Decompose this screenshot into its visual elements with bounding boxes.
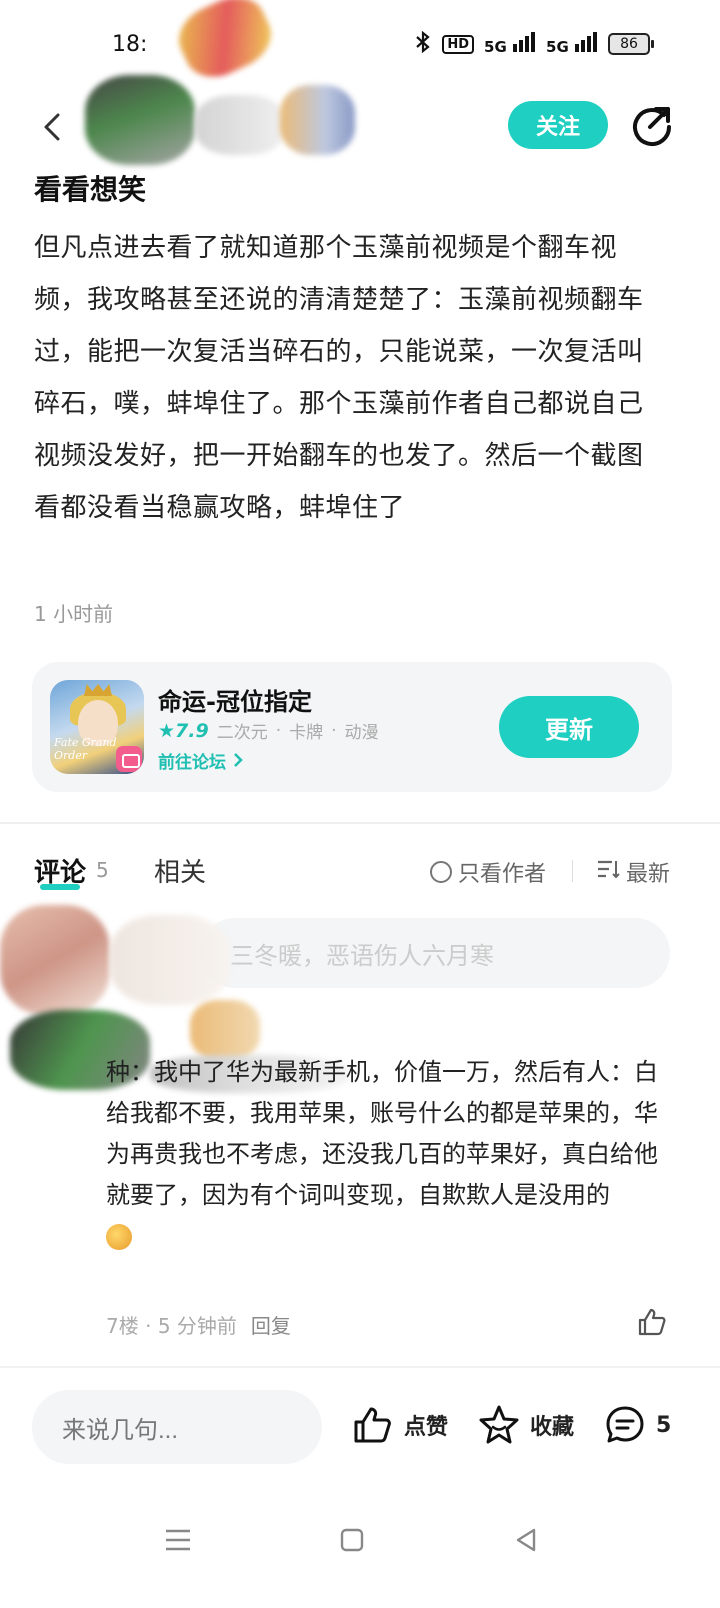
battery-icon: 86	[608, 33, 654, 55]
back-triangle-icon[interactable]	[496, 1510, 556, 1570]
thumbs-up-icon[interactable]	[636, 1306, 668, 1338]
follow-button[interactable]: 关注	[508, 101, 608, 149]
collect-button[interactable]: 收藏	[478, 1404, 574, 1446]
star-icon: ★	[158, 719, 176, 742]
tag-separator: ·	[275, 720, 282, 741]
tab-related[interactable]: 相关	[154, 852, 206, 889]
game-icon[interactable]: Fate Grand Order	[50, 680, 144, 774]
post-timestamp: 1 小时前	[34, 602, 114, 626]
status-time: 18:	[112, 32, 148, 57]
forum-link-label: 前往论坛	[158, 753, 226, 773]
bluetooth-icon	[414, 30, 432, 58]
back-arrow-icon[interactable]	[38, 107, 68, 147]
comment-floor-time: 7楼 · 5 分钟前	[106, 1314, 237, 1338]
post-body: 但凡点进去看了就知道那个玉藻前视频是个翻车视频，我攻略甚至还说的清清楚楚了：玉藻…	[34, 233, 644, 523]
signal-5g-icon: 5G	[484, 32, 536, 56]
home-icon[interactable]	[322, 1510, 382, 1570]
star-icon	[479, 1405, 519, 1444]
like-button[interactable]: 点赞	[352, 1404, 448, 1446]
game-tag: 二次元	[216, 723, 268, 743]
tab-active-indicator	[40, 884, 80, 890]
like-label: 点赞	[404, 1415, 449, 1440]
thumbs-up-icon	[354, 1407, 391, 1443]
share-icon[interactable]	[630, 103, 674, 147]
menu-icon[interactable]	[148, 1510, 208, 1570]
post-header: 关注	[0, 95, 720, 165]
chevron-right-icon	[232, 753, 244, 773]
game-rating: ★7.9	[158, 720, 209, 742]
only-author-toggle[interactable]: 只看作者	[430, 856, 546, 888]
rating-value: 7.9	[175, 719, 209, 742]
system-nav-bar	[0, 1488, 720, 1608]
comment-time: 5 分钟前	[157, 1314, 237, 1338]
sort-latest-button[interactable]: 最新	[596, 856, 670, 888]
say-something-input[interactable]: 来说几句...	[32, 1390, 322, 1464]
tag-separator: ·	[331, 720, 337, 741]
radio-circle-icon	[430, 861, 452, 883]
status-icons: HD 5G 5G 86	[414, 30, 654, 58]
forum-link[interactable]: 前往论坛	[158, 748, 244, 773]
comment-meta: 7楼 · 5 分钟前 回复	[106, 1310, 291, 1339]
game-tag: 动漫	[344, 723, 379, 743]
comment-count-button[interactable]: 5	[604, 1404, 671, 1446]
only-author-label: 只看作者	[458, 862, 547, 887]
signal-5g-icon-2: 5G	[546, 32, 598, 56]
section-divider	[0, 822, 720, 824]
comment-input-box[interactable]: 三冬暖，恶语伤人六月寒	[200, 918, 670, 988]
post-title: 看看想笑	[34, 173, 147, 206]
game-meta: ★7.9 二次元 · 卡牌 · 动漫	[158, 718, 379, 744]
comments-count: 5	[96, 858, 109, 882]
update-button[interactable]: 更新	[499, 696, 639, 758]
redacted-area	[110, 915, 230, 1005]
sort-icon	[596, 858, 620, 886]
bottom-action-bar: 来说几句... 点赞 收藏 5	[0, 1366, 720, 1486]
tabs-separator	[572, 860, 573, 882]
emoji-icon	[106, 1224, 132, 1250]
sort-label: 最新	[626, 862, 671, 887]
crown-icon	[84, 684, 112, 696]
redacted-area	[0, 905, 110, 1015]
signal-label-2: 5G	[546, 38, 569, 56]
hd-badge: HD	[442, 34, 475, 54]
signal-label: 5G	[484, 38, 507, 56]
game-card[interactable]: Fate Grand Order 命运-冠位指定 ★7.9 二次元 · 卡牌 ·…	[32, 662, 672, 792]
status-bar: 18: HD 5G 5G 86	[0, 0, 720, 90]
comment-floor: 7楼	[106, 1314, 139, 1338]
game-name[interactable]: 命运-冠位指定	[158, 682, 312, 717]
reply-button[interactable]: 回复	[251, 1310, 291, 1339]
comment-bubble-icon	[606, 1406, 644, 1443]
comment-body: 种：我中了华为最新手机，价值一万，然后有人：白给我都不要，我用苹果，账号什么的都…	[106, 1052, 666, 1257]
game-tag: 卡牌	[289, 723, 324, 743]
redacted-area	[190, 1000, 260, 1060]
collect-label: 收藏	[530, 1415, 575, 1440]
comment-count: 5	[656, 1412, 672, 1438]
comment-text: 种：我中了华为最新手机，价值一万，然后有人：白给我都不要，我用苹果，账号什么的都…	[106, 1058, 658, 1209]
comment-tabs: 评论 5 相关 只看作者 最新	[0, 848, 720, 898]
bilibili-tv-icon	[116, 746, 142, 772]
